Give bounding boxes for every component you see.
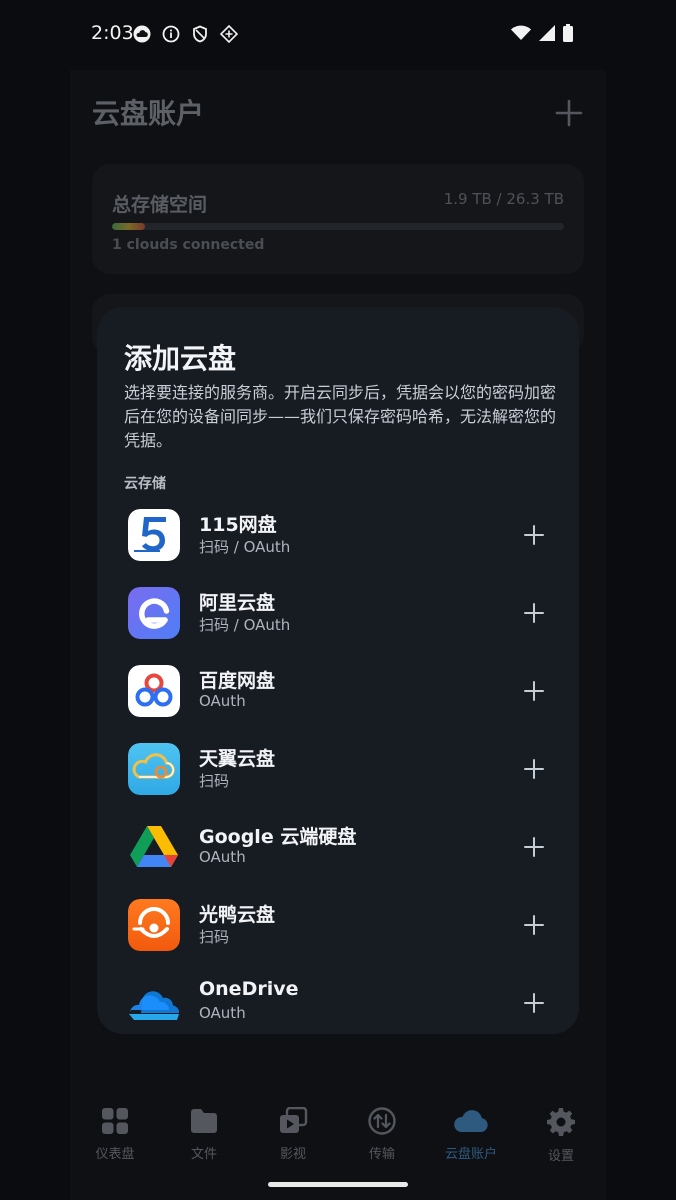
dashboard-icon: [102, 1108, 128, 1134]
onedrive-logo-icon: [129, 991, 180, 1020]
nav-transfer[interactable]: 传输: [342, 1107, 422, 1162]
nav-label: 影视: [279, 1147, 306, 1162]
provider-tianyi[interactable]: 天翼云盘 扫码: [97, 736, 579, 802]
add-provider-115-button[interactable]: [523, 524, 545, 546]
provider-methods: 扫码: [199, 928, 230, 946]
provider-methods: OAuth: [199, 1004, 246, 1022]
folder-icon: [191, 1109, 217, 1133]
baidu-logo-icon: [128, 665, 180, 717]
cloud-status-icon: [133, 25, 151, 43]
add-provider-baidu-button[interactable]: [523, 680, 545, 702]
provider-name: Google 云端硬盘: [199, 826, 357, 848]
nav-label: 传输: [368, 1147, 395, 1162]
transfer-icon: [368, 1107, 396, 1135]
storage-label: 总存储空间: [112, 194, 208, 216]
sheet-description: 选择要连接的服务商。开启云同步后，凭据会以您的密码加密后在您的设备间同步——我们…: [124, 383, 557, 450]
storage-progress-fill: [112, 223, 145, 230]
add-provider-guangya-button[interactable]: [523, 914, 545, 936]
nav-video[interactable]: 影视: [253, 1107, 333, 1162]
vpn-status-icon: [220, 25, 238, 43]
nav-label: 云盘账户: [444, 1147, 497, 1162]
storage-connected-text: 1 clouds connected: [112, 237, 265, 253]
info-status-icon: [162, 25, 180, 43]
nav-settings[interactable]: 设置: [521, 1107, 601, 1164]
provider-onedrive[interactable]: OneDrive OAuth: [97, 970, 579, 1034]
provider-name: OneDrive: [199, 978, 299, 1000]
nav-label: 文件: [190, 1147, 217, 1162]
status-right-icons: [511, 24, 573, 42]
nav-dashboard[interactable]: 仪表盘: [75, 1107, 155, 1162]
provider-guangya[interactable]: 光鸭云盘 扫码: [97, 892, 579, 958]
add-provider-aliyun-button[interactable]: [523, 602, 545, 624]
add-provider-tianyi-button[interactable]: [523, 758, 545, 780]
provider-name: 光鸭云盘: [199, 904, 276, 926]
nav-label: 仪表盘: [95, 1147, 135, 1162]
cloud-icon: [454, 1110, 488, 1132]
nav-label: 设置: [547, 1149, 574, 1164]
add-provider-google-drive-button[interactable]: [523, 836, 545, 858]
sheet-title: 添加云盘: [124, 342, 237, 375]
provider-methods: 扫码: [199, 772, 230, 790]
add-cloud-sheet: 添加云盘 选择要连接的服务商。开启云同步后，凭据会以您的密码加密后在您的设备间同…: [97, 307, 579, 1034]
provider-115[interactable]: 115网盘 扫码 / OAuth: [97, 502, 579, 568]
google-drive-logo-icon: [130, 826, 178, 867]
provider-name: 115网盘: [199, 514, 277, 536]
provider-name: 阿里云盘: [199, 592, 276, 614]
add-account-button[interactable]: [554, 98, 584, 128]
shield-status-icon: [193, 25, 207, 43]
wifi-icon: [511, 25, 531, 40]
storage-summary-card: 总存储空间 1.9 TB / 26.3 TB 1 clouds connecte…: [92, 164, 584, 274]
battery-icon: [563, 24, 573, 42]
provider-name: 百度网盘: [199, 670, 276, 692]
signal-icon: [539, 25, 555, 41]
add-provider-onedrive-button[interactable]: [523, 992, 545, 1014]
nav-files[interactable]: 文件: [164, 1107, 244, 1162]
section-label: 云存储: [124, 476, 166, 492]
nav-cloud-accounts[interactable]: 云盘账户: [431, 1107, 511, 1162]
provider-methods: OAuth: [199, 848, 246, 866]
status-time: 2:03: [91, 22, 134, 44]
provider-methods: 扫码 / OAuth: [199, 538, 291, 556]
115-logo-icon: [128, 509, 180, 561]
storage-value: 1.9 TB / 26.3 TB: [443, 190, 564, 208]
provider-methods: OAuth: [199, 692, 246, 710]
provider-name: 天翼云盘: [199, 748, 276, 770]
provider-baidu[interactable]: 百度网盘 OAuth: [97, 658, 579, 724]
provider-methods: 扫码 / OAuth: [199, 616, 291, 634]
storage-progress-bar: [112, 223, 564, 230]
aliyun-logo-icon: [128, 587, 180, 639]
provider-google-drive[interactable]: Google 云端硬盘 OAuth: [97, 814, 579, 880]
settings-gear-icon: [547, 1108, 575, 1136]
tianyi-logo-icon: [128, 743, 180, 795]
home-indicator[interactable]: [268, 1182, 408, 1187]
page-title: 云盘账户: [92, 97, 205, 130]
provider-aliyun[interactable]: 阿里云盘 扫码 / OAuth: [97, 580, 579, 646]
guangya-logo-icon: [128, 899, 180, 951]
video-icon: [280, 1107, 308, 1133]
status-bar: 2:03: [0, 0, 676, 70]
